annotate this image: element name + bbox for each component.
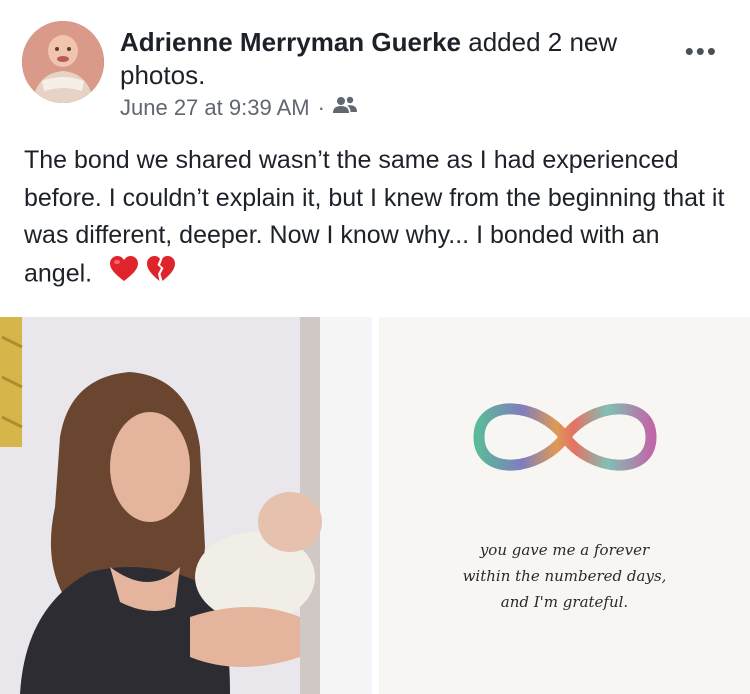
post-header: Adrienne Merryman Guerke added 2 new pho… [120, 26, 680, 92]
broken-heart-icon [147, 255, 176, 281]
avatar-image [22, 21, 104, 103]
red-heart-icon [110, 255, 139, 281]
author-avatar[interactable] [22, 21, 104, 103]
photo-infinity-quote[interactable]: you gave me a forever within the numbere… [379, 317, 750, 694]
post-meta: June 27 at 9:39 AM · [120, 95, 357, 121]
quote-line-2: within the numbered days, [462, 567, 667, 585]
infinity-watercolor-icon [473, 403, 657, 471]
more-options-icon[interactable]: ••• [685, 36, 718, 67]
emoji-group [109, 255, 176, 295]
mother-holding-baby-photo-icon [0, 317, 372, 694]
quote-line-3: and I'm grateful. [500, 593, 629, 611]
meta-separator: · [317, 95, 325, 120]
post-body: The bond we shared wasn’t the same as I … [24, 142, 734, 294]
quote-line-1: you gave me a forever [479, 541, 650, 559]
post-timestamp[interactable]: June 27 at 9:39 AM [120, 95, 310, 121]
friends-icon[interactable] [332, 95, 357, 121]
photo-mother-baby[interactable] [0, 317, 372, 694]
author-name-link[interactable]: Adrienne Merryman Guerke [120, 27, 461, 57]
